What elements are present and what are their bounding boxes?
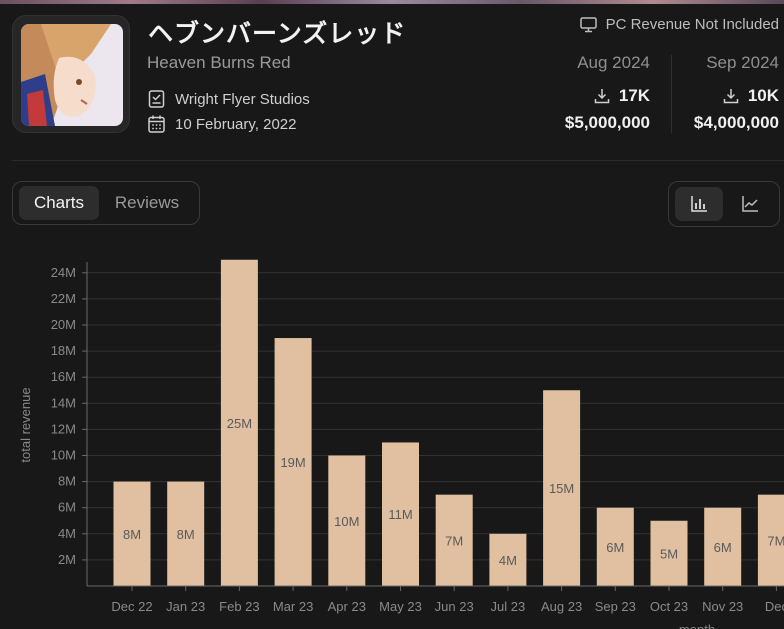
x-tick-label: Nov 23 (702, 599, 743, 614)
stat-revenue-1: $5,000,000 (564, 113, 650, 132)
x-tick-label: Mar 23 (273, 599, 313, 614)
header-divider (12, 160, 784, 161)
y-tick-label: 10M (51, 448, 76, 463)
revenue-bar-chart: 8M 8M 25M 19M 10M 11M 7M 4M 15M 6M 5M 6M 7M 2M 4M 6M 8M… (18, 259, 784, 629)
bar-value-label: 4M (499, 553, 517, 568)
y-tick-label: 18M (51, 343, 76, 358)
bar-value-label: 5M (660, 546, 678, 561)
bar-value-label: 8M (123, 527, 141, 542)
x-tick-label: Aug 23 (541, 599, 582, 614)
y-axis-label: total revenue (18, 387, 33, 462)
app-subtitle: Heaven Burns Red (147, 53, 291, 72)
tab-bar: Charts Reviews (12, 181, 200, 225)
line-chart-icon (742, 196, 758, 212)
tab-reviews[interactable]: Reviews (105, 186, 189, 220)
y-tick-label: 16M (51, 369, 76, 384)
stats-divider (671, 55, 672, 133)
x-tick-label: Oct 23 (650, 599, 688, 614)
bar-value-label: 6M (606, 540, 624, 555)
x-tick-label: Jan 23 (166, 599, 205, 614)
bar-value-label: 19M (280, 455, 305, 470)
y-tick-label: 6M (58, 500, 76, 515)
y-tick-label: 12M (51, 421, 76, 436)
bar-value-label: 7M (767, 533, 784, 548)
bar-value-label: 11M (388, 507, 412, 522)
y-tick-label: 4M (58, 526, 76, 541)
tab-charts[interactable]: Charts (19, 186, 99, 220)
x-tick-label: Sep 23 (595, 599, 636, 614)
chart-type-toggle (668, 181, 780, 227)
y-tick-label: 8M (58, 474, 76, 489)
app-title: ヘブンバーンズレッド (148, 19, 407, 48)
y-tick-label: 20M (51, 317, 76, 332)
pc-note-text: PC Revenue Not Included (605, 16, 779, 33)
bar-value-label: 25M (227, 416, 252, 431)
bar-value-label: 10M (334, 514, 359, 529)
developer-name[interactable]: Wright Flyer Studios (175, 91, 310, 108)
x-tick-label: Jul 23 (491, 599, 526, 614)
x-axis-label: month (679, 622, 715, 629)
x-tick-label: Dec (765, 599, 784, 614)
bar-chart-toggle[interactable] (675, 187, 723, 221)
download-icon (723, 89, 739, 104)
developer-row: Wright Flyer Studios (148, 90, 310, 108)
calendar-icon (148, 115, 165, 133)
y-tick-label: 22M (51, 291, 76, 306)
release-row: 10 February, 2022 (148, 115, 296, 133)
line-chart-toggle[interactable] (726, 187, 774, 221)
downloads-value-2: 10K (747, 86, 779, 105)
monitor-icon (579, 16, 597, 32)
stat-month-2: Sep 2024 (706, 53, 779, 72)
bar-value-label: 6M (714, 540, 732, 555)
stat-downloads-1: 17K (594, 86, 650, 106)
x-tick-label: Apr 23 (328, 599, 366, 614)
app-artwork (21, 24, 123, 126)
x-tick-label: May 23 (379, 599, 422, 614)
stat-month-1: Aug 2024 (577, 53, 650, 72)
bar-value-label: 8M (177, 527, 195, 542)
stat-downloads-2: 10K (723, 86, 779, 106)
bar-chart-icon (691, 196, 707, 212)
stat-revenue-2: $4,000,000 (693, 113, 779, 132)
downloads-value-1: 17K (618, 86, 650, 105)
banner-strip (0, 0, 784, 4)
app-icon (12, 15, 130, 133)
y-tick-label: 24M (51, 265, 76, 280)
y-tick-label: 2M (58, 552, 76, 567)
developer-icon (148, 90, 165, 108)
x-tick-label: Jun 23 (435, 599, 474, 614)
download-icon (594, 89, 610, 104)
bar-value-label: 7M (445, 533, 463, 548)
bar-value-label: 15M (549, 481, 574, 496)
pc-revenue-note: PC Revenue Not Included (579, 16, 779, 33)
y-tick-label: 14M (51, 395, 76, 410)
x-tick-label: Feb 23 (219, 599, 259, 614)
release-date: 10 February, 2022 (175, 115, 297, 133)
x-tick-label: Dec 22 (111, 599, 152, 614)
